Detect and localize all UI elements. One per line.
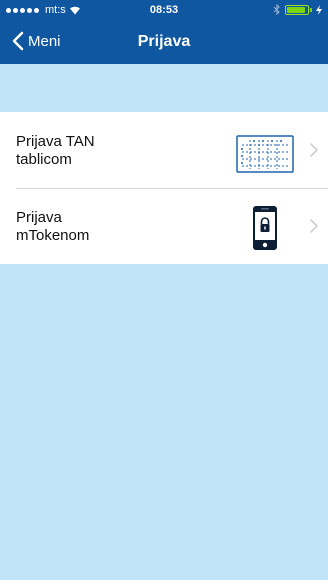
status-bar: mt:s 08:53 xyxy=(0,0,328,20)
login-option-tan-table[interactable]: Prijava TAN tablicom xyxy=(0,112,328,188)
bluetooth-icon xyxy=(273,4,280,15)
chevron-right-icon xyxy=(310,219,318,233)
charging-bolt-icon xyxy=(316,4,322,15)
login-options-list: Prijava TAN tablicom Prijava mTokenom xyxy=(0,112,328,264)
page-title: Prijava xyxy=(137,33,191,50)
login-option-label: Prijava TAN tablicom xyxy=(16,133,95,168)
login-option-label: Prijava mTokenom xyxy=(16,209,90,244)
battery-icon xyxy=(285,4,309,15)
chevron-right-icon xyxy=(310,143,318,157)
mobile-lock-icon xyxy=(253,206,277,250)
navigation-bar: Meni Prijava xyxy=(0,20,328,64)
tan-table-icon xyxy=(236,135,294,173)
login-option-mtoken[interactable]: Prijava mTokenom xyxy=(0,188,328,264)
status-indicators xyxy=(273,4,322,15)
